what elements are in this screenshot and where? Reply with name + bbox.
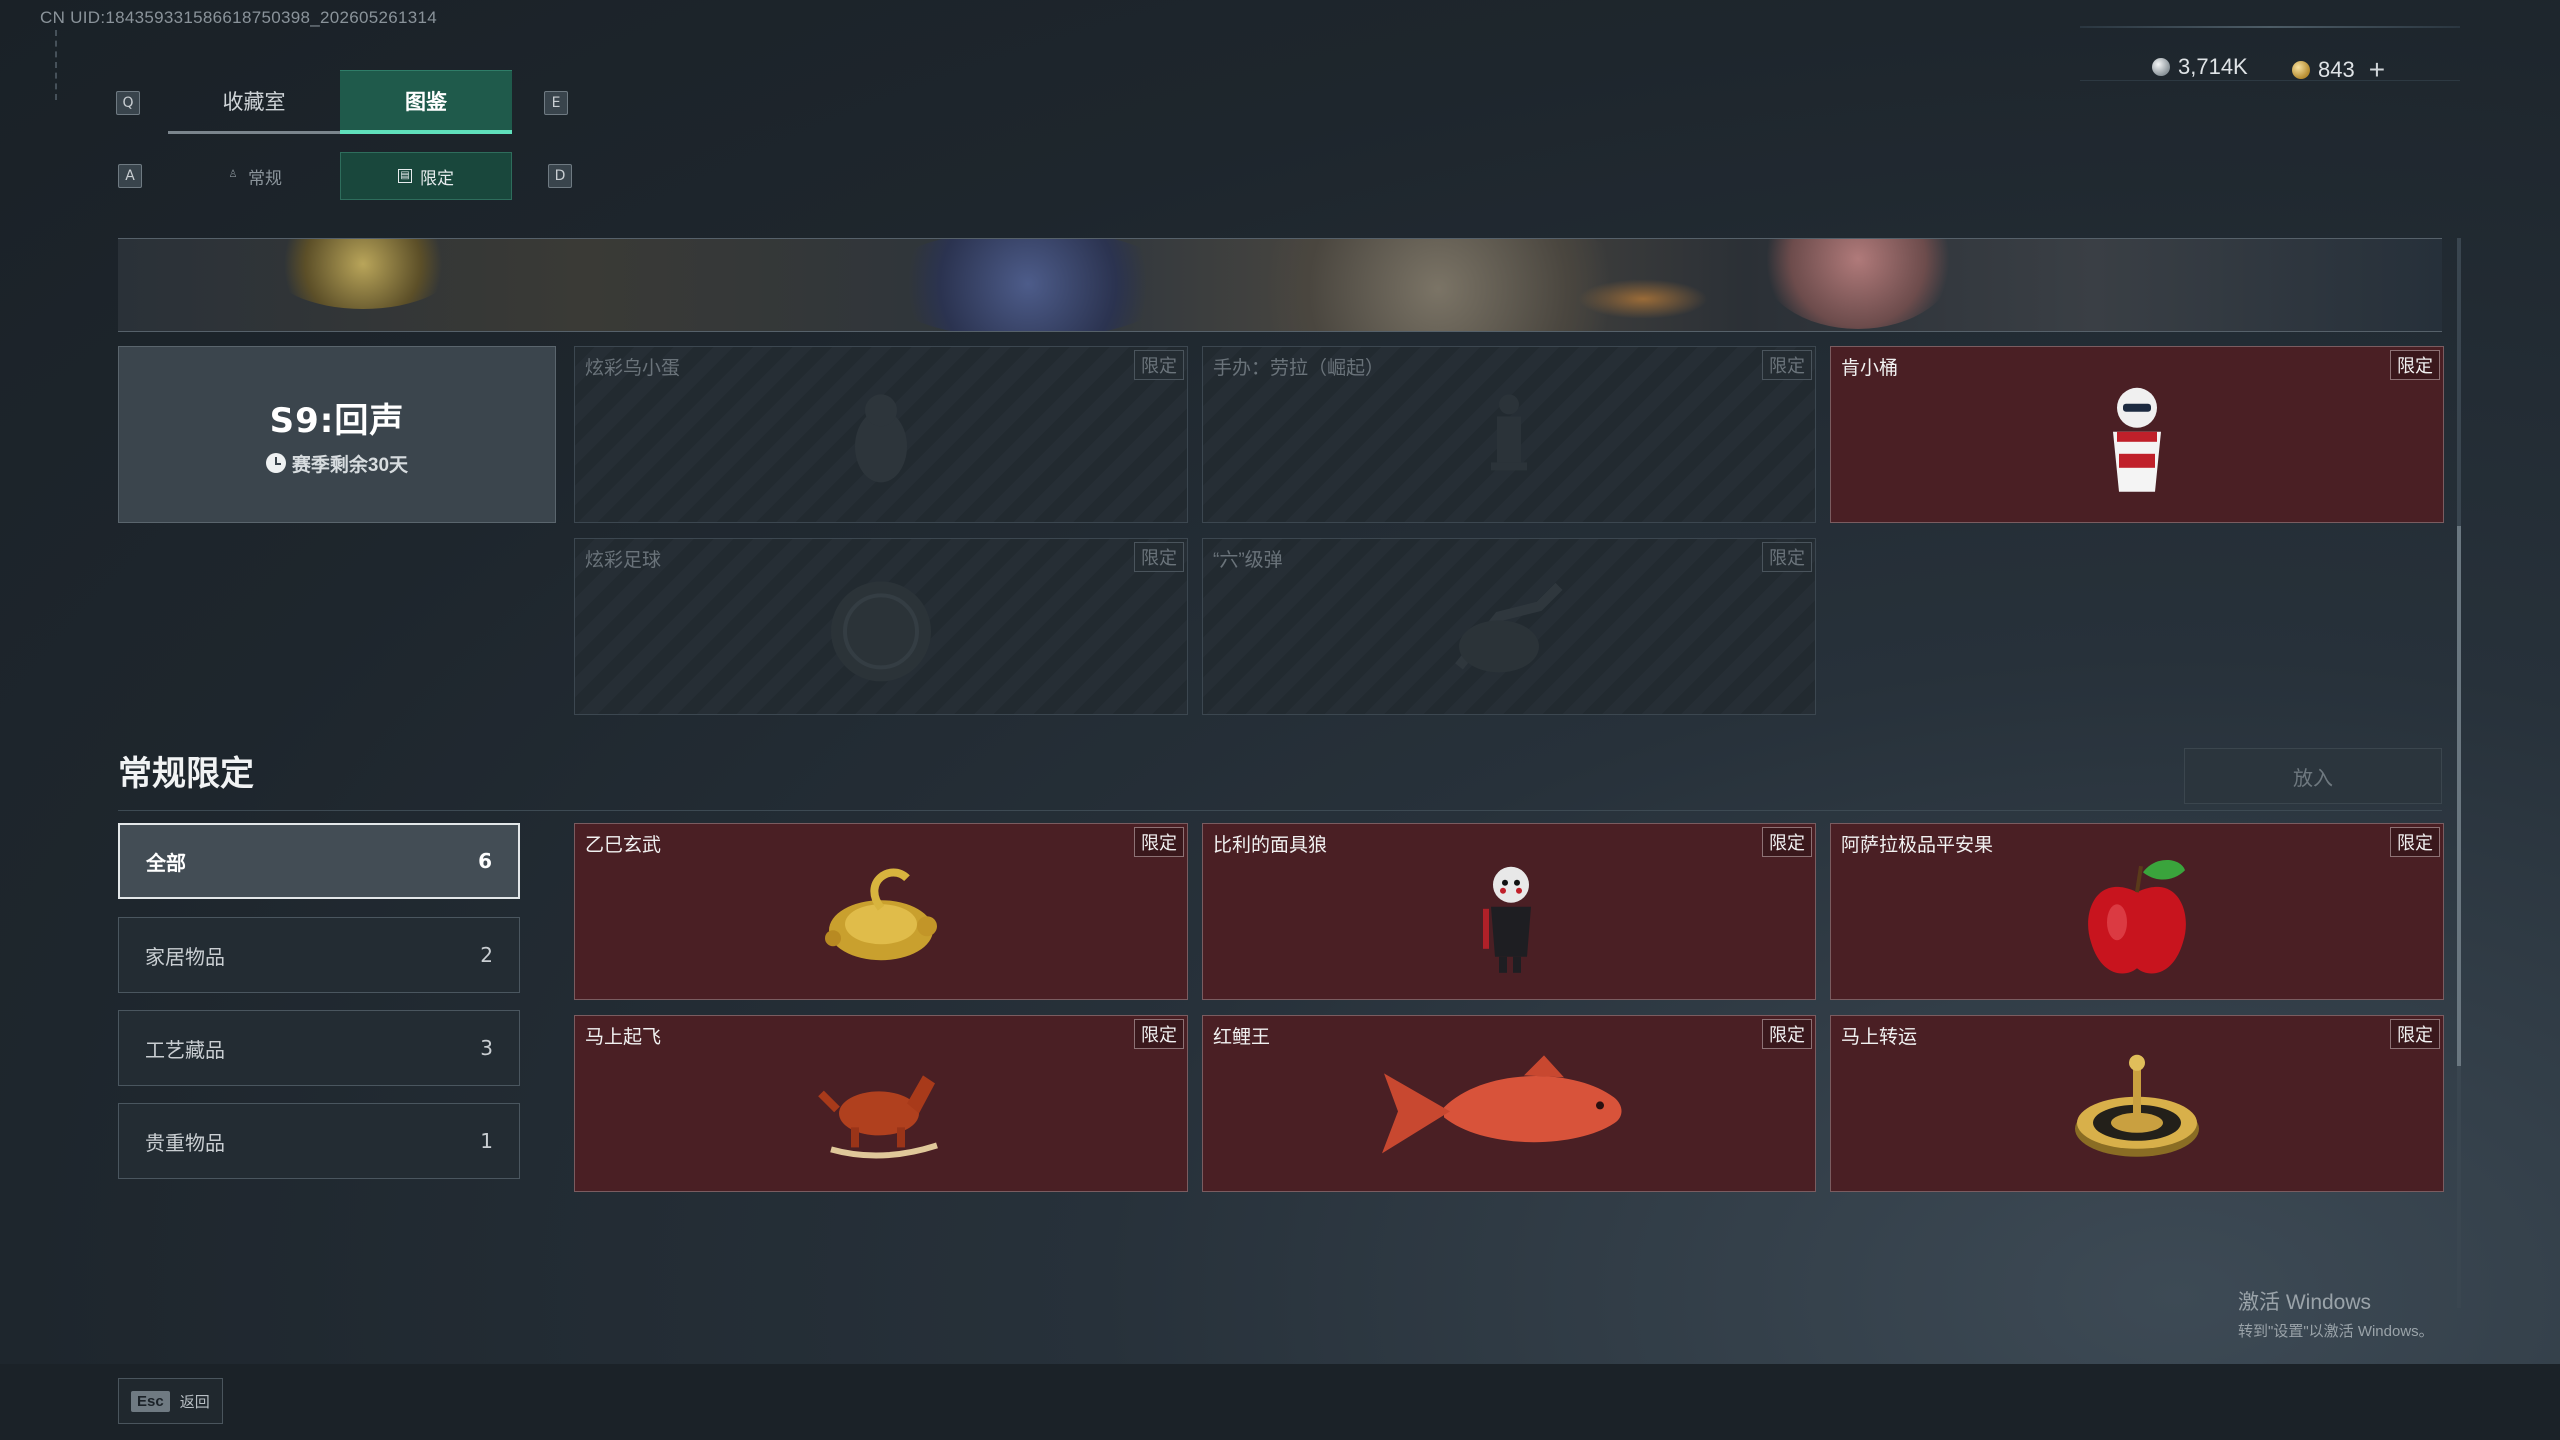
gold-coin-icon <box>2292 61 2310 79</box>
collectible-name: “六”级弹 <box>1213 550 1283 571</box>
collectible-card[interactable]: “六”级弹 限定 <box>1202 538 1816 715</box>
back-button[interactable]: Esc 返回 <box>118 1378 223 1424</box>
filter-home-items[interactable]: 家居物品 2 <box>118 917 520 993</box>
filter-label: 全部 <box>146 852 186 875</box>
fortune-wheel-icon <box>2075 1054 2199 1157</box>
key-hint-prev-subtab: A <box>118 164 142 188</box>
collectible-card[interactable]: 红鲤王 限定 <box>1202 1015 1816 1192</box>
season-remaining-text: 赛季剩余30天 <box>291 454 409 476</box>
limited-badge: 限定 <box>1762 1019 1812 1049</box>
collectible-name: 马上转运 <box>1841 1027 1918 1048</box>
collectible-name: 炫彩乌小蛋 <box>585 358 681 379</box>
limited-badge: 限定 <box>2390 1019 2440 1049</box>
collectible-name: 手办：劳拉（崛起） <box>1213 358 1385 379</box>
collectible-card[interactable]: 比利的面具狼 限定 <box>1202 823 1816 1000</box>
key-hint-prev-tab: Q <box>116 91 140 115</box>
filter-label: 家居物品 <box>145 946 225 969</box>
key-hint-next-subtab: D <box>548 164 572 188</box>
collectible-name: 乙巳玄武 <box>585 835 662 856</box>
limited-badge: 限定 <box>2390 350 2440 380</box>
top-right-decoration <box>2080 26 2460 28</box>
silver-amount: 3,714K <box>2178 54 2248 79</box>
sub-tabs: ♙ 常规 ▤ 限定 <box>168 152 512 200</box>
collectible-card[interactable]: 手办：劳拉（崛起） 限定 <box>1202 346 1816 523</box>
collectible-card[interactable]: 马上起飞 限定 <box>574 1015 1188 1192</box>
collectible-name: 马上起飞 <box>585 1027 662 1048</box>
footer-bar <box>0 1364 2560 1440</box>
currency-divider <box>2080 80 2460 81</box>
watermark-line1: 激活 Windows <box>2238 1291 2372 1314</box>
collectible-card[interactable]: 炫彩乌小蛋 限定 <box>574 346 1188 523</box>
limited-badge: 限定 <box>2390 827 2440 857</box>
collectible-card[interactable]: 炫彩足球 限定 <box>574 538 1188 715</box>
red-carp-icon <box>1382 1054 1622 1153</box>
subtab-regular[interactable]: ♙ 常规 <box>168 152 340 200</box>
filter-count: 3 <box>480 1036 493 1060</box>
section-divider <box>118 810 2442 811</box>
filter-valuables[interactable]: 贵重物品 1 <box>118 1103 520 1179</box>
collectible-name: 红鲤王 <box>1213 1027 1271 1048</box>
limited-badge: 限定 <box>1762 542 1812 572</box>
limited-badge: 限定 <box>1134 1019 1184 1049</box>
season-banner-image <box>118 238 2442 332</box>
collectible-card[interactable]: 乙巳玄武 限定 <box>574 823 1188 1000</box>
section-title: 常规限定 <box>118 755 254 793</box>
filter-all[interactable]: 全部 6 <box>118 823 520 899</box>
filter-label: 贵重物品 <box>145 1132 225 1155</box>
limited-badge: 限定 <box>1762 350 1812 380</box>
filter-count: 2 <box>480 943 493 967</box>
put-in-button[interactable]: 放入 <box>2184 748 2442 804</box>
collectible-card[interactable]: 马上转运 限定 <box>1830 1015 2444 1192</box>
clock-icon <box>265 453 286 473</box>
windows-activation-watermark: 激活 Windows 转到"设置"以激活 Windows。 <box>2238 1286 2434 1341</box>
collectible-card[interactable]: 阿萨拉极品平安果 限定 <box>1830 823 2444 1000</box>
figure-icon: ♙ <box>228 169 238 180</box>
filter-count: 1 <box>480 1129 493 1153</box>
subtab-limited[interactable]: ▤ 限定 <box>340 152 512 200</box>
bucket-figure-icon <box>2113 387 2161 492</box>
rocking-horse-icon <box>818 1074 938 1159</box>
subtab-limited-label: 限定 <box>420 168 454 188</box>
season-title: S9:回声 <box>269 400 405 441</box>
season-remaining: 赛季剩余30天 <box>265 450 409 477</box>
collectible-name: 阿萨拉极品平安果 <box>1841 835 1994 856</box>
egg-figure-icon <box>855 393 907 482</box>
subtab-regular-label: 常规 <box>248 168 282 188</box>
scrollbar-thumb[interactable] <box>2457 526 2461 1066</box>
limited-badge: 限定 <box>1134 350 1184 380</box>
limited-badge: 限定 <box>1762 827 1812 857</box>
puppet-figure-icon <box>1483 866 1531 973</box>
bullet-hand-icon <box>1455 582 1563 672</box>
key-hint-next-tab: E <box>544 91 568 115</box>
esc-key-hint: Esc <box>131 1390 170 1412</box>
corner-decoration <box>55 30 67 100</box>
limited-badge: 限定 <box>1134 542 1184 572</box>
red-apple-icon <box>2088 859 2186 973</box>
collectible-name: 炫彩足球 <box>585 550 662 571</box>
back-label: 返回 <box>179 1393 210 1411</box>
watermark-line2: 转到"设置"以激活 Windows。 <box>2238 1323 2434 1340</box>
silver-coin-icon <box>2152 58 2170 76</box>
tab-codex[interactable]: 图鉴 <box>340 70 512 134</box>
football-icon <box>831 580 931 681</box>
add-currency-button[interactable]: + <box>2369 54 2385 86</box>
filter-label: 工艺藏品 <box>145 1039 225 1062</box>
filter-crafts[interactable]: 工艺藏品 3 <box>118 1010 520 1086</box>
uid-label: CN UID:1843593315866187503​98_2026052613… <box>40 8 438 27</box>
tab-collection-room[interactable]: 收藏室 <box>168 70 340 134</box>
collectible-card[interactable]: 肯小桶 限定 <box>1830 346 2444 523</box>
season-info-card: S9:回声 赛季剩余30天 <box>118 346 556 523</box>
gold-currency: 843 + <box>2292 54 2385 86</box>
filter-count: 6 <box>478 849 492 873</box>
silver-currency: 3,714K <box>2152 54 2248 80</box>
figurine-icon <box>1491 393 1527 470</box>
limited-badge: 限定 <box>1134 827 1184 857</box>
collectible-name: 比利的面具狼 <box>1213 835 1328 856</box>
collectible-name: 肯小桶 <box>1841 358 1899 379</box>
main-tabs: 收藏室 图鉴 <box>168 70 512 134</box>
image-icon: ▤ <box>398 169 412 183</box>
gold-turtle-icon <box>825 868 937 960</box>
